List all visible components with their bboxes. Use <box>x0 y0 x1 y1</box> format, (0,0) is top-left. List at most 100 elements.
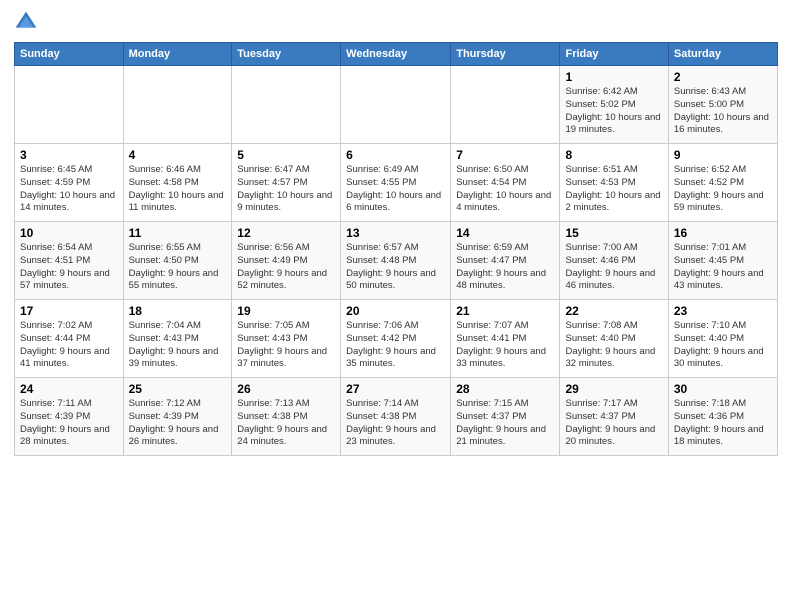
day-number: 7 <box>456 148 554 162</box>
day-number: 29 <box>565 382 662 396</box>
day-info: Sunrise: 6:52 AM Sunset: 4:52 PM Dayligh… <box>674 164 772 215</box>
weekday-header-tuesday: Tuesday <box>232 43 341 66</box>
day-cell: 28Sunrise: 7:15 AM Sunset: 4:37 PM Dayli… <box>451 378 560 456</box>
day-cell: 12Sunrise: 6:56 AM Sunset: 4:49 PM Dayli… <box>232 222 341 300</box>
page-container: SundayMondayTuesdayWednesdayThursdayFrid… <box>0 0 792 464</box>
day-number: 14 <box>456 226 554 240</box>
day-number: 4 <box>129 148 227 162</box>
day-number: 8 <box>565 148 662 162</box>
day-info: Sunrise: 7:07 AM Sunset: 4:41 PM Dayligh… <box>456 320 554 371</box>
day-cell <box>232 66 341 144</box>
day-cell: 5 Sunrise: 6:47 AM Sunset: 4:57 PM Daylig… <box>232 144 341 222</box>
day-number: 26 <box>237 382 335 396</box>
day-cell <box>15 66 124 144</box>
day-cell: 4 Sunrise: 6:46 AM Sunset: 4:58 PM Daylig… <box>123 144 232 222</box>
day-number: 23 <box>674 304 772 318</box>
day-number: 21 <box>456 304 554 318</box>
day-info: Sunrise: 6:51 AM Sunset: 4:53 PM Dayligh… <box>565 164 662 215</box>
day-info: Sunrise: 7:01 AM Sunset: 4:45 PM Dayligh… <box>674 242 772 293</box>
day-cell: 26 Sunrise: 7:13 AM Sunset: 4:38 PM Dayli… <box>232 378 341 456</box>
week-row-5: 24 Sunrise: 7:11 AM Sunset: 4:39 PM Dayli… <box>15 378 778 456</box>
day-number: 17 <box>20 304 118 318</box>
day-info: Sunrise: 6:54 AM Sunset: 4:51 PM Dayligh… <box>20 242 118 293</box>
day-info: Sunrise: 7:02 AM Sunset: 4:44 PM Dayligh… <box>20 320 118 371</box>
day-number: 3 <box>20 148 118 162</box>
day-number: 27 <box>346 382 445 396</box>
page-header <box>14 10 778 34</box>
week-row-4: 17 Sunrise: 7:02 AM Sunset: 4:44 PM Dayli… <box>15 300 778 378</box>
day-cell <box>123 66 232 144</box>
week-row-1: 1 Sunrise: 6:42 AM Sunset: 5:02 PM Daylig… <box>15 66 778 144</box>
logo <box>14 10 42 34</box>
day-info: Sunrise: 7:17 AM Sunset: 4:37 PM Dayligh… <box>565 398 662 449</box>
day-info: Sunrise: 7:11 AM Sunset: 4:39 PM Dayligh… <box>20 398 118 449</box>
day-info: Sunrise: 7:00 AM Sunset: 4:46 PM Dayligh… <box>565 242 662 293</box>
weekday-header-monday: Monday <box>123 43 232 66</box>
day-cell: 18 Sunrise: 7:04 AM Sunset: 4:43 PM Dayli… <box>123 300 232 378</box>
weekday-header-sunday: Sunday <box>15 43 124 66</box>
day-number: 19 <box>237 304 335 318</box>
day-info: Sunrise: 6:43 AM Sunset: 5:00 PM Dayligh… <box>674 86 772 137</box>
day-info: Sunrise: 6:55 AM Sunset: 4:50 PM Dayligh… <box>129 242 227 293</box>
weekday-header-row: SundayMondayTuesdayWednesdayThursdayFrid… <box>15 43 778 66</box>
day-cell: 30Sunrise: 7:18 AM Sunset: 4:36 PM Dayli… <box>668 378 777 456</box>
day-cell: 1 Sunrise: 6:42 AM Sunset: 5:02 PM Daylig… <box>560 66 668 144</box>
day-cell <box>451 66 560 144</box>
day-info: Sunrise: 6:56 AM Sunset: 4:49 PM Dayligh… <box>237 242 335 293</box>
day-number: 2 <box>674 70 772 84</box>
weekday-header-saturday: Saturday <box>668 43 777 66</box>
weekday-header-wednesday: Wednesday <box>341 43 451 66</box>
weekday-header-thursday: Thursday <box>451 43 560 66</box>
day-cell: 15 Sunrise: 7:00 AM Sunset: 4:46 PM Dayli… <box>560 222 668 300</box>
day-info: Sunrise: 7:14 AM Sunset: 4:38 PM Dayligh… <box>346 398 445 449</box>
day-cell: 10 Sunrise: 6:54 AM Sunset: 4:51 PM Dayli… <box>15 222 124 300</box>
day-cell: 22 Sunrise: 7:08 AM Sunset: 4:40 PM Dayli… <box>560 300 668 378</box>
day-info: Sunrise: 7:04 AM Sunset: 4:43 PM Dayligh… <box>129 320 227 371</box>
day-cell: 29 Sunrise: 7:17 AM Sunset: 4:37 PM Dayli… <box>560 378 668 456</box>
day-cell: 27 Sunrise: 7:14 AM Sunset: 4:38 PM Dayli… <box>341 378 451 456</box>
day-cell: 3 Sunrise: 6:45 AM Sunset: 4:59 PM Daylig… <box>15 144 124 222</box>
day-cell: 21 Sunrise: 7:07 AM Sunset: 4:41 PM Dayli… <box>451 300 560 378</box>
day-cell: 2 Sunrise: 6:43 AM Sunset: 5:00 PM Daylig… <box>668 66 777 144</box>
day-info: Sunrise: 6:46 AM Sunset: 4:58 PM Dayligh… <box>129 164 227 215</box>
day-number: 20 <box>346 304 445 318</box>
day-number: 5 <box>237 148 335 162</box>
day-info: Sunrise: 6:45 AM Sunset: 4:59 PM Dayligh… <box>20 164 118 215</box>
weekday-header-friday: Friday <box>560 43 668 66</box>
day-cell: 9 Sunrise: 6:52 AM Sunset: 4:52 PM Daylig… <box>668 144 777 222</box>
day-info: Sunrise: 7:08 AM Sunset: 4:40 PM Dayligh… <box>565 320 662 371</box>
day-cell: 16 Sunrise: 7:01 AM Sunset: 4:45 PM Dayli… <box>668 222 777 300</box>
day-cell <box>341 66 451 144</box>
week-row-3: 10 Sunrise: 6:54 AM Sunset: 4:51 PM Dayli… <box>15 222 778 300</box>
day-cell: 11 Sunrise: 6:55 AM Sunset: 4:50 PM Dayli… <box>123 222 232 300</box>
day-cell: 6Sunrise: 6:49 AM Sunset: 4:55 PM Daylig… <box>341 144 451 222</box>
day-info: Sunrise: 6:59 AM Sunset: 4:47 PM Dayligh… <box>456 242 554 293</box>
day-info: Sunrise: 7:05 AM Sunset: 4:43 PM Dayligh… <box>237 320 335 371</box>
day-number: 15 <box>565 226 662 240</box>
day-number: 1 <box>565 70 662 84</box>
day-number: 16 <box>674 226 772 240</box>
day-cell: 8 Sunrise: 6:51 AM Sunset: 4:53 PM Daylig… <box>560 144 668 222</box>
day-cell: 20Sunrise: 7:06 AM Sunset: 4:42 PM Dayli… <box>341 300 451 378</box>
day-number: 6 <box>346 148 445 162</box>
day-number: 18 <box>129 304 227 318</box>
day-number: 11 <box>129 226 227 240</box>
day-number: 13 <box>346 226 445 240</box>
day-info: Sunrise: 7:13 AM Sunset: 4:38 PM Dayligh… <box>237 398 335 449</box>
day-info: Sunrise: 6:50 AM Sunset: 4:54 PM Dayligh… <box>456 164 554 215</box>
day-number: 22 <box>565 304 662 318</box>
day-info: Sunrise: 7:10 AM Sunset: 4:40 PM Dayligh… <box>674 320 772 371</box>
day-info: Sunrise: 7:12 AM Sunset: 4:39 PM Dayligh… <box>129 398 227 449</box>
day-number: 24 <box>20 382 118 396</box>
calendar-table: SundayMondayTuesdayWednesdayThursdayFrid… <box>14 42 778 456</box>
day-number: 30 <box>674 382 772 396</box>
day-number: 9 <box>674 148 772 162</box>
day-number: 25 <box>129 382 227 396</box>
day-number: 10 <box>20 226 118 240</box>
day-info: Sunrise: 6:47 AM Sunset: 4:57 PM Dayligh… <box>237 164 335 215</box>
day-cell: 23 Sunrise: 7:10 AM Sunset: 4:40 PM Dayli… <box>668 300 777 378</box>
day-cell: 7 Sunrise: 6:50 AM Sunset: 4:54 PM Daylig… <box>451 144 560 222</box>
day-cell: 17 Sunrise: 7:02 AM Sunset: 4:44 PM Dayli… <box>15 300 124 378</box>
day-info: Sunrise: 6:42 AM Sunset: 5:02 PM Dayligh… <box>565 86 662 137</box>
day-cell: 25 Sunrise: 7:12 AM Sunset: 4:39 PM Dayli… <box>123 378 232 456</box>
